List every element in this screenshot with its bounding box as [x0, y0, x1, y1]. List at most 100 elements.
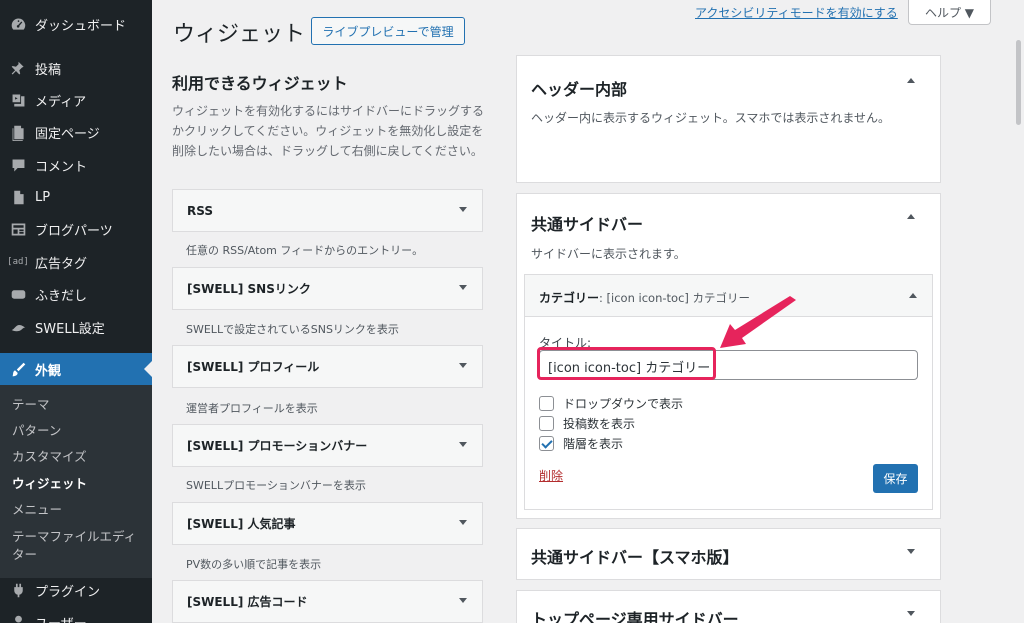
- widget-description: 運営者プロフィールを表示: [186, 402, 318, 415]
- checkbox-post-count[interactable]: [539, 416, 554, 431]
- chevron-down-icon[interactable]: [907, 611, 915, 616]
- checkbox-hierarchy[interactable]: [539, 436, 554, 451]
- page-title: ウィジェット: [173, 22, 306, 47]
- sidebar-item-appearance[interactable]: 外観: [0, 353, 152, 385]
- sidebar-item-label: プラグイン: [35, 584, 101, 600]
- submenu-item-customize[interactable]: カスタマイズ: [12, 448, 147, 466]
- sidebar-item-swell-settings[interactable]: SWELL設定: [0, 311, 152, 343]
- area-header-inner[interactable]: ヘッダー内部 ヘッダー内に表示するウィジェット。スマホでは表示されません。: [516, 55, 941, 183]
- chevron-down-icon: [459, 285, 467, 290]
- widget-name: [SWELL] プロモーションバナー: [187, 439, 368, 453]
- sidebar-item-label: ブログパーツ: [35, 223, 113, 239]
- sidebar-item-label: SWELL設定: [35, 321, 105, 337]
- option-post-count[interactable]: 投稿数を表示: [539, 415, 635, 432]
- area-title: トップページ専用サイドバー: [531, 610, 739, 623]
- sidebar-item-users[interactable]: ユーザー: [0, 606, 152, 623]
- chevron-up-icon[interactable]: [907, 214, 915, 219]
- swell-icon: [8, 317, 28, 337]
- option-label: 階層を表示: [563, 437, 624, 451]
- appearance-submenu: テーマ パターン カスタマイズ ウィジェット メニュー テーマファイルエディター: [0, 385, 152, 578]
- widget-description: SWELLで設定されているSNSリンクを表示: [186, 323, 399, 336]
- admin-sidebar: ダッシュボード 投稿 メディア 固定ページ コメント LP ブログパーツ [ad…: [0, 0, 152, 623]
- sidebar-item-label: LP: [35, 189, 51, 205]
- blog-parts-icon: [8, 219, 28, 239]
- chevron-down-icon[interactable]: [907, 549, 915, 554]
- widget-title-main: カテゴリー: [539, 291, 600, 305]
- sidebar-item-label: コメント: [35, 159, 88, 175]
- widget-name: [SWELL] プロフィール: [187, 360, 320, 374]
- sidebar-item-plugins[interactable]: プラグイン: [0, 574, 152, 606]
- scrollbar-thumb[interactable]: [1016, 40, 1021, 125]
- submenu-item-themes[interactable]: テーマ: [12, 396, 147, 414]
- area-title: 共通サイドバー【スマホ版】: [531, 548, 739, 567]
- area-sp-sidebar[interactable]: 共通サイドバー【スマホ版】: [516, 528, 941, 580]
- option-label: 投稿数を表示: [563, 417, 636, 431]
- annotation-arrow-icon: [720, 296, 796, 348]
- area-description: サイドバーに表示されます。: [531, 247, 686, 261]
- available-widgets-description: ウィジェットを有効化するにはサイドバーにドラッグするかクリックしてください。ウィ…: [172, 104, 485, 158]
- pin-icon: [8, 58, 28, 78]
- submenu-item-widgets[interactable]: ウィジェット: [12, 475, 147, 493]
- help-tab-button[interactable]: ヘルプ ▼: [908, 0, 991, 25]
- available-widgets-title: 利用できるウィジェット: [172, 74, 348, 93]
- sidebar-item-posts[interactable]: 投稿: [0, 52, 152, 84]
- sidebar-item-label: ふきだし: [35, 288, 88, 304]
- brush-icon: [8, 359, 28, 379]
- help-label: ヘルプ ▼: [924, 5, 975, 20]
- option-hierarchy[interactable]: 階層を表示: [539, 435, 623, 452]
- checkbox-dropdown[interactable]: [539, 396, 554, 411]
- sidebar-item-label: 固定ページ: [35, 126, 100, 142]
- option-dropdown[interactable]: ドロップダウンで表示: [539, 395, 683, 412]
- submenu-item-patterns[interactable]: パターン: [12, 422, 147, 440]
- sidebar-item-label: ユーザー: [35, 613, 87, 623]
- widget-popular-posts[interactable]: [SWELL] 人気記事: [172, 502, 483, 545]
- balloon-icon: [8, 284, 28, 304]
- sidebar-item-pages[interactable]: 固定ページ: [0, 116, 152, 148]
- user-icon: [8, 612, 28, 623]
- chevron-down-icon: [459, 520, 467, 525]
- widget-profile[interactable]: [SWELL] プロフィール: [172, 345, 483, 388]
- widget-sns-link[interactable]: [SWELL] SNSリンク: [172, 267, 483, 310]
- sidebar-item-balloon[interactable]: ふきだし: [0, 278, 152, 310]
- widget-description: PV数の多い順で記事を表示: [186, 558, 322, 571]
- live-preview-button[interactable]: ライブプレビューで管理: [311, 17, 465, 45]
- accessibility-mode-link[interactable]: アクセシビリティモードを有効にする: [695, 4, 898, 21]
- chevron-up-icon[interactable]: [909, 293, 917, 298]
- submenu-item-theme-file-editor[interactable]: テーマファイルエディター: [12, 528, 147, 564]
- comment-icon: [8, 155, 28, 175]
- sidebar-item-label: ダッシュボード: [35, 18, 127, 34]
- widget-name: [SWELL] 広告コード: [187, 595, 308, 609]
- highlight-box: [537, 347, 716, 380]
- widget-description: SWELLプロモーションバナーを表示: [186, 479, 366, 492]
- sidebar-item-label: 広告タグ: [35, 256, 88, 272]
- plugin-icon: [8, 580, 28, 600]
- page-icon: [8, 122, 28, 142]
- sidebar-item-blog-parts[interactable]: ブログパーツ: [0, 213, 152, 245]
- area-top-sidebar[interactable]: トップページ専用サイドバー: [516, 590, 941, 623]
- sidebar-item-label: メディア: [35, 94, 87, 110]
- area-title: 共通サイドバー: [531, 215, 644, 234]
- submenu-item-menus[interactable]: メニュー: [12, 501, 147, 519]
- sidebar-item-ad-tags[interactable]: [ad] 広告タグ: [0, 246, 152, 278]
- delete-link[interactable]: 削除: [539, 467, 563, 484]
- save-button[interactable]: 保存: [873, 464, 918, 493]
- widget-rss[interactable]: RSS: [172, 189, 483, 232]
- chevron-down-icon: [459, 442, 467, 447]
- ad-icon: [ad]: [7, 257, 29, 267]
- dashboard-icon: [8, 14, 28, 34]
- option-label: ドロップダウンで表示: [563, 397, 684, 411]
- sidebar-item-label: 外観: [35, 363, 62, 379]
- chevron-down-icon: [459, 598, 467, 603]
- chevron-up-icon[interactable]: [907, 78, 915, 83]
- widget-description: 任意の RSS/Atom フィードからのエントリー。: [186, 244, 424, 257]
- sidebar-item-comments[interactable]: コメント: [0, 149, 152, 181]
- sidebar-item-lp[interactable]: LP: [0, 181, 152, 213]
- sidebar-item-media[interactable]: メディア: [0, 84, 152, 116]
- chevron-down-icon: [459, 363, 467, 368]
- widget-promotion-banner[interactable]: [SWELL] プロモーションバナー: [172, 424, 483, 467]
- widget-name: [SWELL] SNSリンク: [187, 282, 311, 296]
- area-title: ヘッダー内部: [531, 80, 628, 99]
- widget-name: [SWELL] 人気記事: [187, 517, 296, 531]
- sidebar-item-dashboard[interactable]: ダッシュボード: [0, 8, 152, 40]
- widget-ad-code[interactable]: [SWELL] 広告コード: [172, 580, 483, 623]
